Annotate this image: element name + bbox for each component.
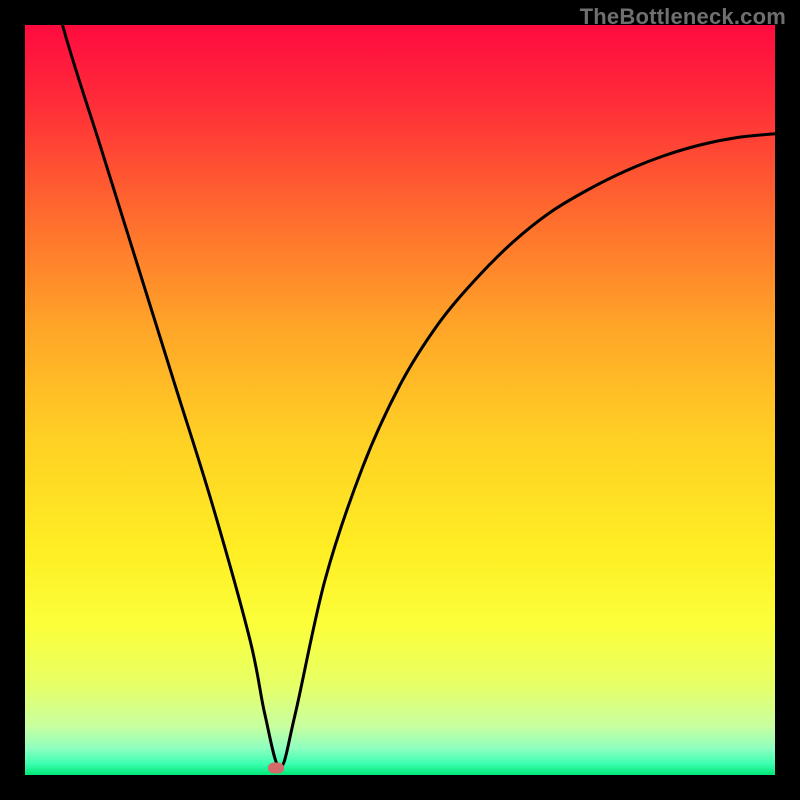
minimum-marker bbox=[268, 762, 284, 773]
chart-frame: TheBottleneck.com bbox=[0, 0, 800, 800]
plot-svg bbox=[25, 25, 775, 775]
gradient-background bbox=[25, 25, 775, 775]
plot-area bbox=[25, 25, 775, 775]
